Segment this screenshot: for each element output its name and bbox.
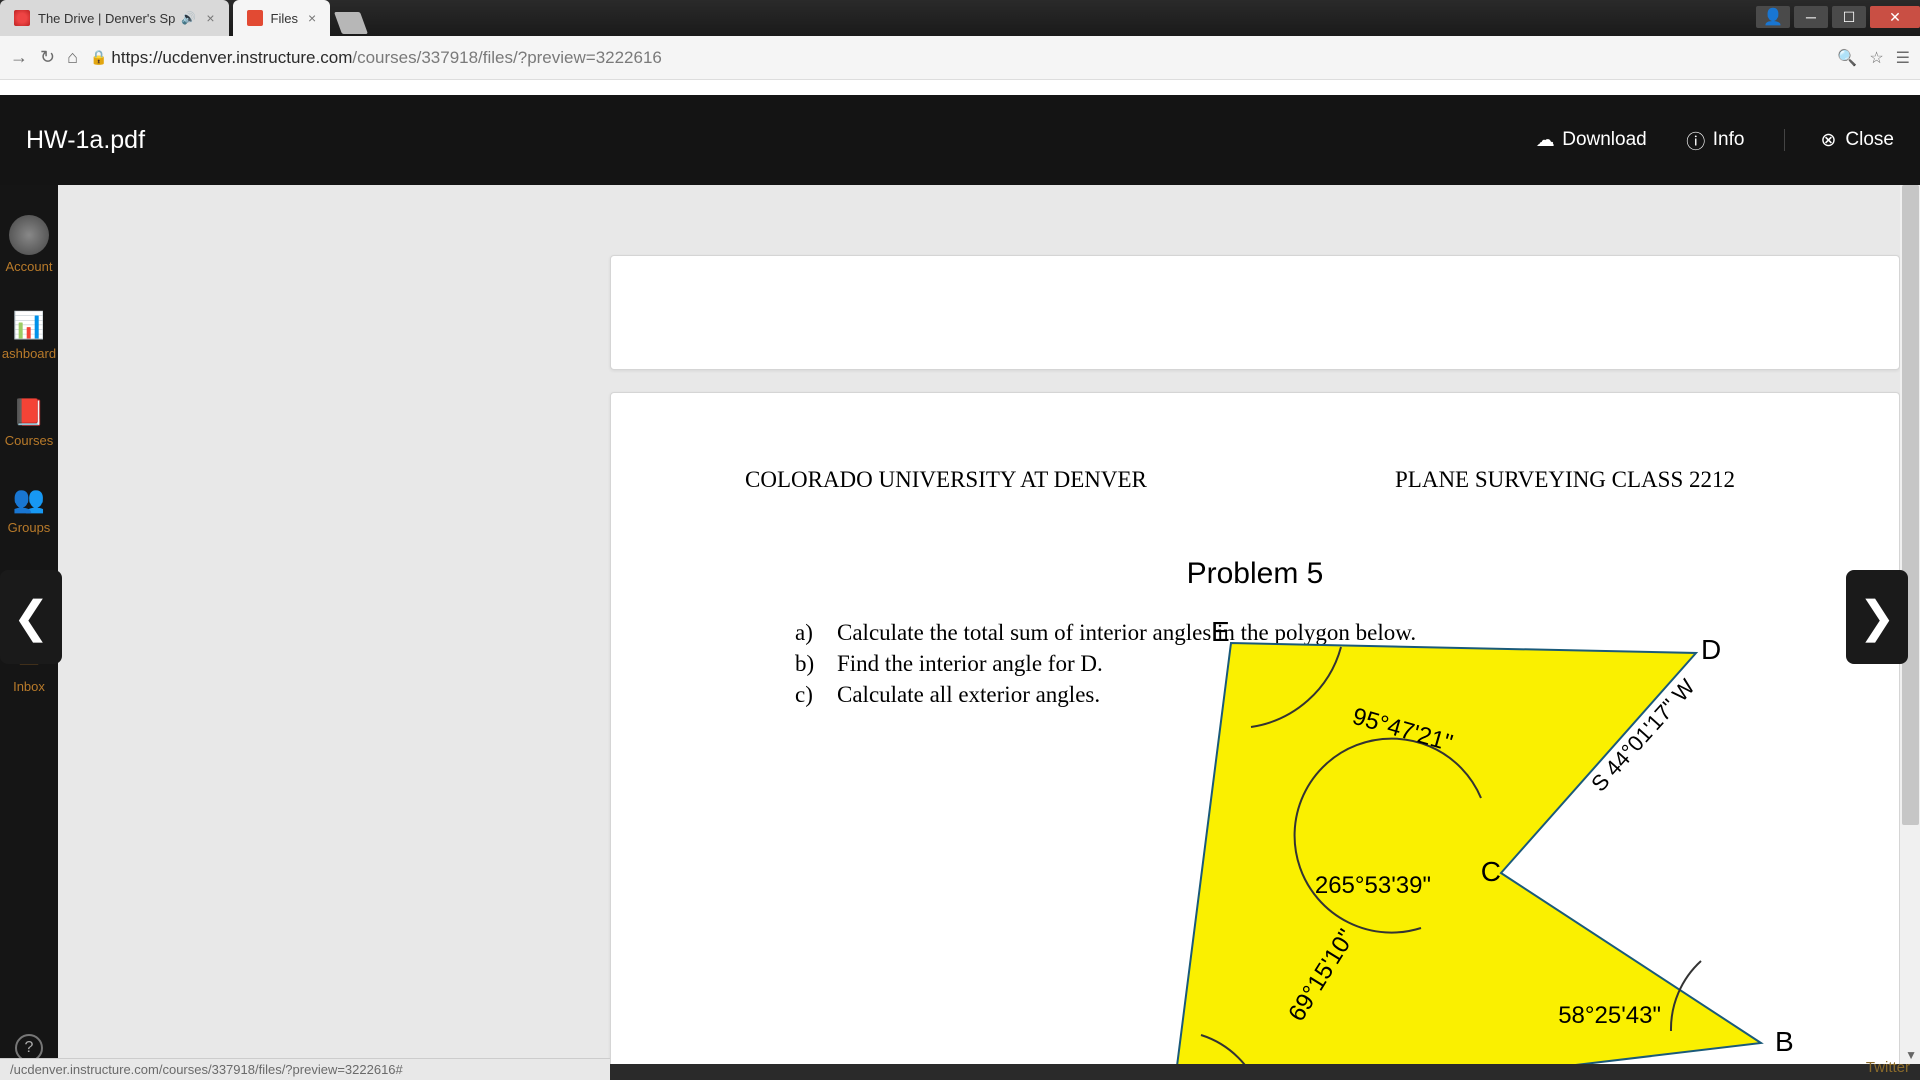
dashboard-icon: 📊 bbox=[12, 308, 46, 342]
pages-container: COLORADO UNIVERSITY AT DENVER PLANE SURV… bbox=[610, 255, 1900, 1064]
q-letter: a) bbox=[795, 617, 815, 648]
q-letter: c) bbox=[795, 679, 815, 710]
nav-dashboard[interactable]: 📊 ashboard bbox=[2, 308, 56, 361]
problem-title: Problem 5 bbox=[655, 557, 1855, 591]
groups-icon: 👥 bbox=[12, 482, 46, 516]
nav-courses[interactable]: 📕 Courses bbox=[5, 395, 53, 448]
vertex-label-c: C bbox=[1481, 856, 1501, 887]
polygon-figure: A B C D E 95°47'21" 265°53'39" 69°15'10"… bbox=[1131, 623, 1851, 1064]
prev-file-button[interactable]: ❮ bbox=[0, 570, 62, 664]
close-icon[interactable]: × bbox=[206, 10, 214, 26]
info-icon: ⓘ bbox=[1687, 131, 1705, 149]
status-bar: /ucdenver.instructure.com/courses/337918… bbox=[0, 1058, 610, 1080]
vertex-label-b: B bbox=[1775, 1026, 1794, 1057]
nav-account[interactable]: Account bbox=[6, 215, 53, 274]
titlebar: The Drive | Denver's Sp 🔊 × Files × 👤 ─ … bbox=[0, 0, 1920, 36]
favicon-icon bbox=[14, 10, 30, 26]
courses-icon: 📕 bbox=[12, 395, 46, 429]
browser-chrome: The Drive | Denver's Sp 🔊 × Files × 👤 ─ … bbox=[0, 0, 1920, 95]
home-icon[interactable]: ⌂ bbox=[67, 47, 78, 68]
window-close-button[interactable]: ✕ bbox=[1870, 6, 1920, 28]
viewer-filename: HW-1a.pdf bbox=[26, 126, 1536, 155]
close-label: Close bbox=[1845, 129, 1894, 151]
viewer-actions: ☁ Download ⓘ Info ⊗ Close bbox=[1536, 129, 1894, 151]
tabstrip: The Drive | Denver's Sp 🔊 × Files × bbox=[0, 0, 364, 36]
avatar-icon bbox=[9, 215, 49, 255]
tab-1[interactable]: The Drive | Denver's Sp 🔊 × bbox=[0, 0, 229, 36]
window-controls: 👤 ─ ☐ ✕ bbox=[1756, 6, 1920, 28]
forward-icon[interactable]: → bbox=[10, 47, 28, 68]
scrollbar-thumb[interactable] bbox=[1902, 185, 1919, 825]
nav-label: Courses bbox=[5, 433, 53, 448]
minimize-button[interactable]: ─ bbox=[1794, 6, 1828, 28]
pdf-viewport[interactable]: COLORADO UNIVERSITY AT DENVER PLANE SURV… bbox=[58, 185, 1920, 1064]
q-text: Calculate all exterior angles. bbox=[837, 679, 1100, 710]
doc-header-left: COLORADO UNIVERSITY AT DENVER bbox=[745, 467, 1147, 493]
nav-label: ashboard bbox=[2, 346, 56, 361]
next-file-button[interactable]: ❯ bbox=[1846, 570, 1908, 664]
url-host: https://ucdenver.instructure.com bbox=[111, 48, 352, 68]
reload-icon[interactable]: ↻ bbox=[40, 47, 55, 68]
zoom-icon[interactable]: 🔍 bbox=[1837, 48, 1857, 68]
star-icon[interactable]: ☆ bbox=[1869, 48, 1883, 68]
twitter-link[interactable]: Twitter bbox=[1866, 1059, 1910, 1076]
download-button[interactable]: ☁ Download bbox=[1536, 129, 1647, 151]
favicon-icon bbox=[247, 10, 263, 26]
tab-2[interactable]: Files × bbox=[233, 0, 331, 36]
viewer-header: HW-1a.pdf ☁ Download ⓘ Info ⊗ Close bbox=[0, 95, 1920, 185]
menu-icon[interactable]: ☰ bbox=[1896, 48, 1910, 68]
lock-icon: 🔒 bbox=[90, 49, 107, 66]
info-label: Info bbox=[1713, 129, 1745, 151]
status-url: /ucdenver.instructure.com/courses/337918… bbox=[10, 1062, 403, 1077]
maximize-button[interactable]: ☐ bbox=[1832, 6, 1866, 28]
doc-header-right: PLANE SURVEYING CLASS 2212 bbox=[1395, 467, 1735, 493]
angle-label-c: 265°53'39" bbox=[1315, 872, 1431, 899]
vertex-label-e: E bbox=[1211, 616, 1230, 647]
download-label: Download bbox=[1562, 129, 1647, 151]
tab-label: The Drive | Denver's Sp bbox=[38, 11, 175, 26]
vertex-label-d: D bbox=[1701, 634, 1721, 665]
audio-icon[interactable]: 🔊 bbox=[181, 11, 196, 25]
close-icon[interactable]: × bbox=[308, 10, 316, 26]
tab-label: Files bbox=[271, 11, 298, 26]
user-icon[interactable]: 👤 bbox=[1756, 6, 1790, 28]
close-button[interactable]: ⊗ Close bbox=[1784, 129, 1894, 151]
addrbar-actions: 🔍 ☆ ☰ bbox=[1837, 48, 1910, 68]
document-header: COLORADO UNIVERSITY AT DENVER PLANE SURV… bbox=[655, 467, 1855, 493]
address-bar: → ↻ ⌂ 🔒 https://ucdenver.instructure.com… bbox=[0, 36, 1920, 80]
nav-label: Account bbox=[6, 259, 53, 274]
close-icon: ⊗ bbox=[1819, 131, 1837, 149]
nav-groups[interactable]: 👥 Groups bbox=[8, 482, 51, 535]
angle-label-b: 58°25'43" bbox=[1558, 1002, 1661, 1029]
q-letter: b) bbox=[795, 648, 815, 679]
info-button[interactable]: ⓘ Info bbox=[1687, 129, 1745, 151]
new-tab-button[interactable] bbox=[334, 12, 368, 34]
nav-label: Inbox bbox=[13, 679, 45, 694]
url-path: /courses/337918/files/?preview=3222616 bbox=[352, 48, 662, 68]
q-text: Find the interior angle for D. bbox=[837, 648, 1103, 679]
url-field[interactable]: 🔒 https://ucdenver.instructure.com/cours… bbox=[90, 48, 1825, 68]
pdf-page-prev bbox=[610, 255, 1900, 370]
nav-label: Groups bbox=[8, 520, 51, 535]
download-icon: ☁ bbox=[1536, 131, 1554, 149]
pdf-page-current: COLORADO UNIVERSITY AT DENVER PLANE SURV… bbox=[610, 392, 1900, 1064]
